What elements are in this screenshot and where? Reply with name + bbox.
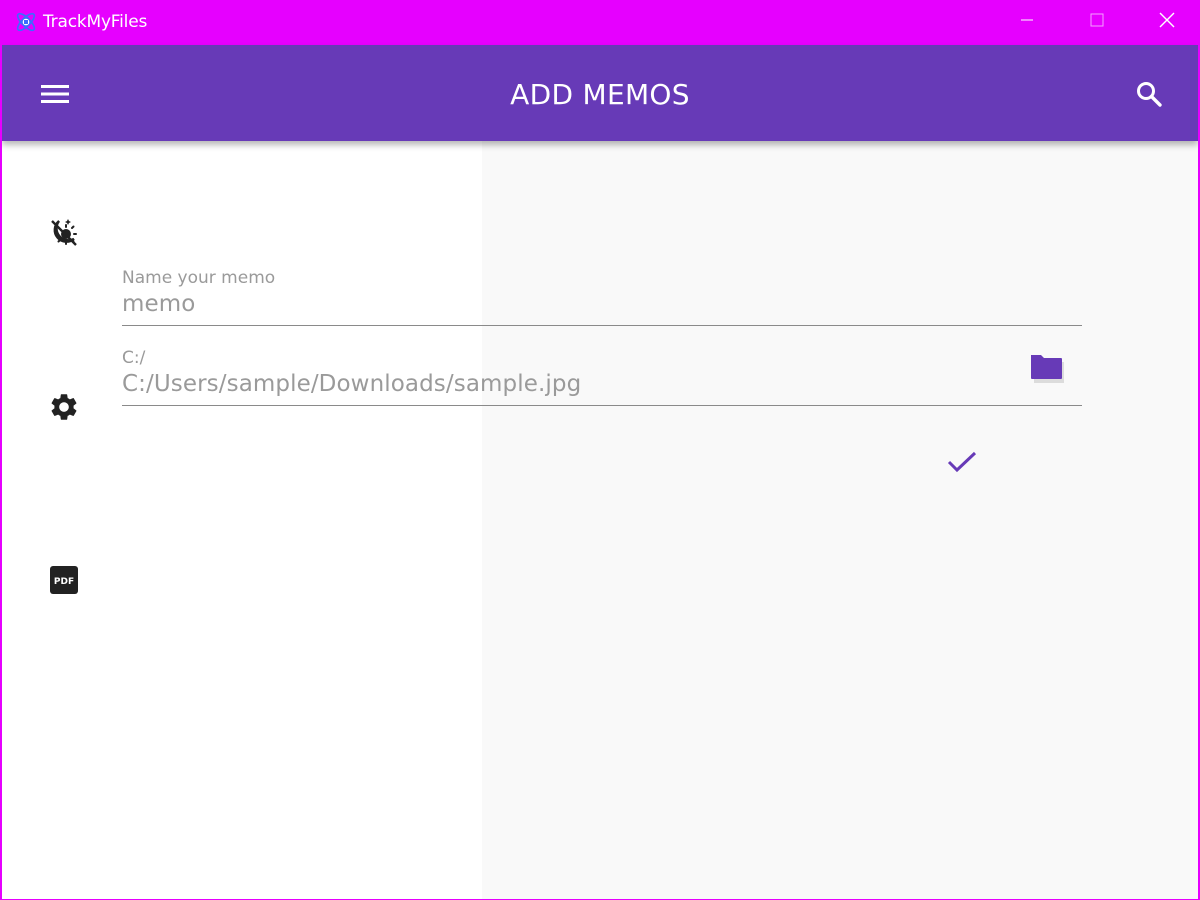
memo-name-input[interactable]: memo (122, 291, 195, 317)
minimize-icon (1019, 12, 1035, 33)
side-navigation: PDF (2, 141, 482, 899)
maximize-icon (1089, 12, 1105, 33)
search-button[interactable] (1122, 69, 1176, 123)
window-title: TrackMyFiles (43, 12, 148, 32)
browse-folder-button[interactable] (1026, 350, 1072, 388)
pdf-icon: PDF (50, 565, 78, 599)
search-icon (1135, 80, 1163, 113)
file-path-input[interactable]: C:/Users/sample/Downloads/sample.jpg (122, 371, 581, 397)
svg-text:PDF: PDF (54, 577, 74, 587)
window-titlebar[interactable]: TrackMyFiles (2, 0, 1198, 45)
confirm-button[interactable] (942, 446, 982, 482)
maximize-button[interactable] (1062, 0, 1132, 45)
app-bar: ADD MEMOS (2, 45, 1198, 141)
app-window: TrackMyFiles ADD MEMOS PDF Name your mem… (0, 0, 1200, 900)
minimize-button[interactable] (992, 0, 1062, 45)
page-title: ADD MEMOS (510, 78, 690, 111)
app-logo-icon (14, 10, 38, 34)
theme-toggle-button[interactable] (46, 217, 82, 253)
close-button[interactable] (1132, 0, 1198, 45)
checkmark-icon (946, 449, 978, 480)
settings-button[interactable] (46, 391, 82, 427)
close-icon (1158, 11, 1176, 34)
memo-name-field[interactable]: Name your memo memo (122, 268, 1082, 326)
gear-icon (48, 391, 80, 428)
file-path-field[interactable]: C:/ C:/Users/sample/Downloads/sample.jpg (122, 348, 1082, 406)
pdf-export-button[interactable]: PDF (46, 564, 82, 600)
memo-name-label: Name your memo (122, 268, 276, 288)
file-path-label: C:/ (122, 348, 146, 368)
theme-toggle-icon (48, 217, 80, 254)
folder-icon (1026, 355, 1072, 392)
